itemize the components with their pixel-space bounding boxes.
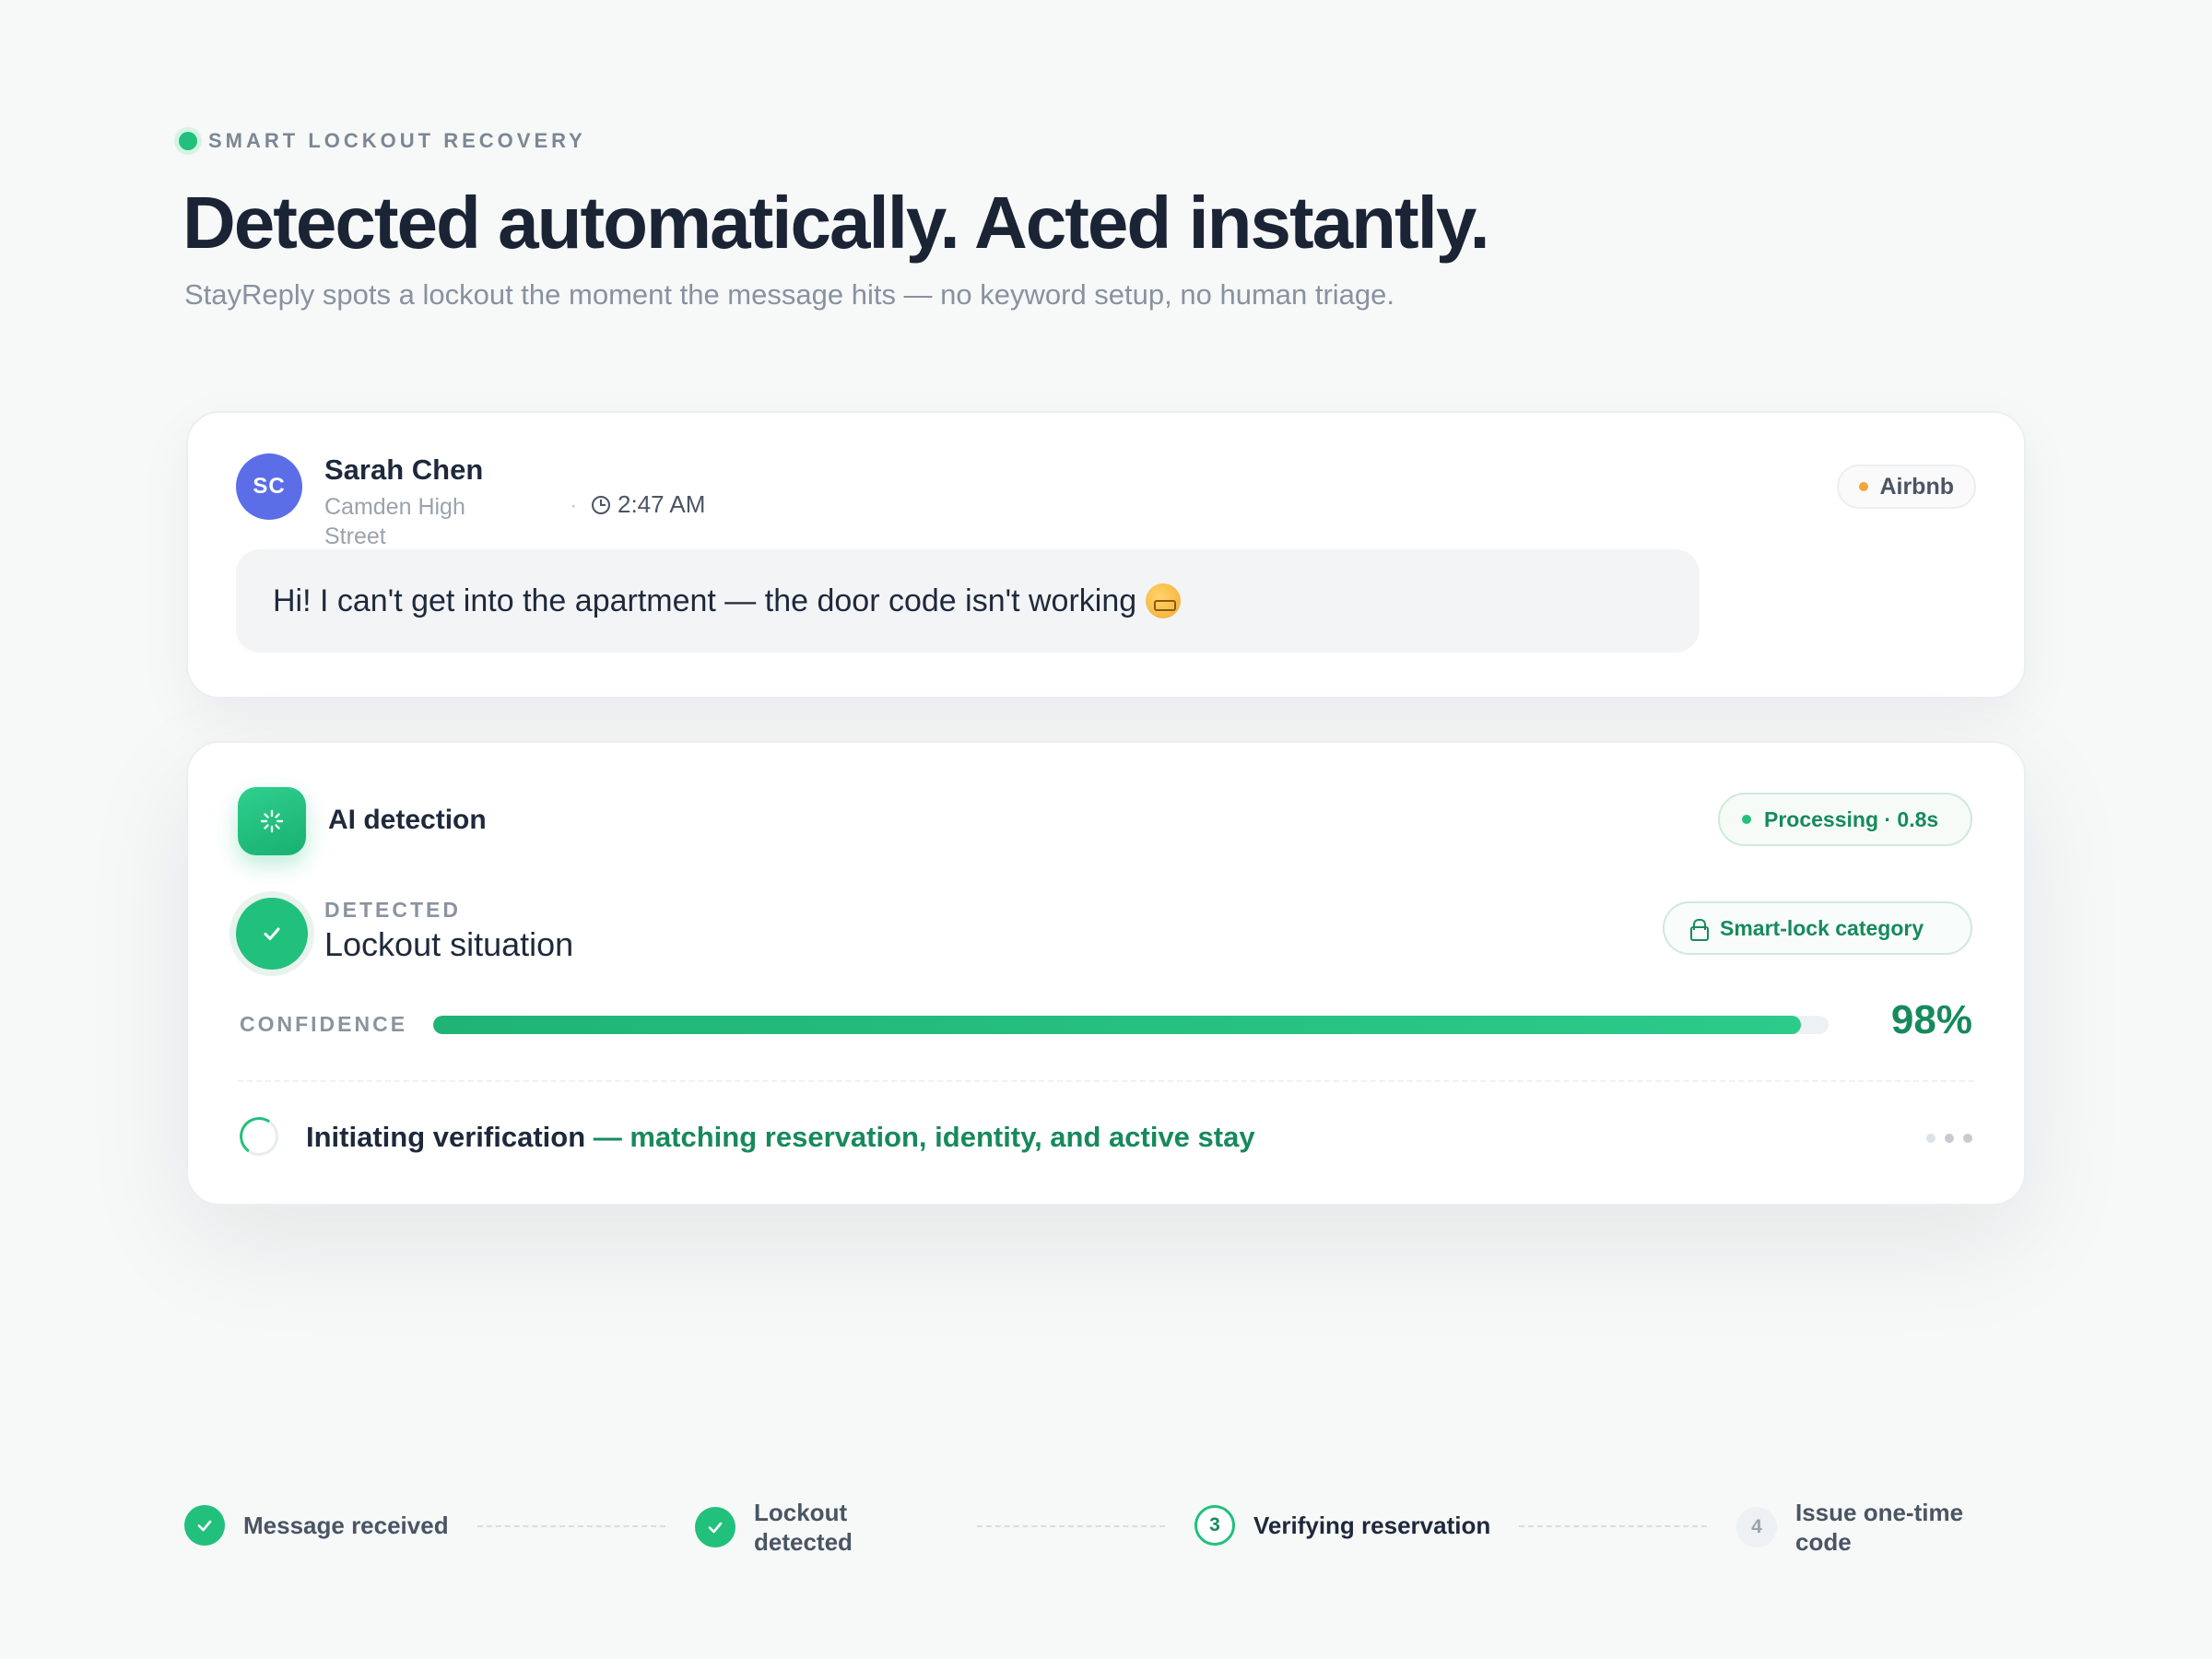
eyebrow-label: SMART LOCKOUT RECOVERY: [208, 129, 586, 152]
step-connector: [477, 1525, 665, 1527]
step-message-received: Message received: [184, 1505, 449, 1546]
page: SMART LOCKOUT RECOVERY Detected automati…: [0, 0, 2212, 1659]
confidence-value: 98%: [1890, 997, 1972, 1042]
check-mark-svg: [264, 927, 280, 940]
message-timestamp: 2:47 AM: [592, 490, 705, 519]
status-dot-icon: [179, 132, 197, 150]
step-label: Lockout detected: [754, 1499, 853, 1556]
message-text: Hi! I can't get into the apartment — the…: [273, 582, 1137, 618]
category-label: Smart-lock category: [1720, 916, 1924, 940]
step-verifying-reservation: 3 Verifying reservation: [1194, 1505, 1490, 1546]
step-label: Message received: [243, 1512, 449, 1539]
verification-main: Initiating verification: [306, 1121, 586, 1153]
step-check-icon: [184, 1505, 225, 1546]
confidence-bar: [433, 1016, 1829, 1034]
sparkle-icon: [238, 787, 306, 855]
processing-dot-icon: [1742, 815, 1751, 824]
step-connector: [977, 1525, 1165, 1527]
sender-location: Camden High Street: [324, 494, 465, 549]
processing-status-badge: Processing · 0.8s: [1718, 793, 1972, 846]
typing-dot: [1926, 1134, 1936, 1143]
guest-message-card[interactable]: SC Sarah Chen Camden High Street · 2:47 …: [186, 411, 2026, 699]
check-circle-icon: [236, 898, 308, 970]
confidence-bar-fill: [433, 1016, 1801, 1034]
step-number: 4: [1736, 1507, 1777, 1547]
step-check-icon: [695, 1507, 735, 1547]
verification-detail: — matching reservation, identity, and ac…: [585, 1121, 1255, 1153]
meta-separator: ·: [570, 492, 578, 518]
page-subtitle: StayReply spots a lockout the moment the…: [184, 278, 1395, 311]
step-number: 3: [1194, 1505, 1235, 1546]
divider: [238, 1080, 1974, 1082]
grimacing-emoji-icon: [1146, 583, 1182, 618]
clock-icon: [592, 495, 610, 514]
detected-label: DETECTED: [324, 898, 461, 922]
step-lockout-detected: Lockout detected: [695, 1498, 883, 1557]
sender-name: Sarah Chen: [324, 453, 484, 486]
ai-detection-card: AI detection Processing · 0.8s DETECTED …: [186, 741, 2026, 1206]
channel-dot-icon: [1859, 482, 1869, 491]
message-bubble: Hi! I can't get into the apartment — the…: [236, 549, 1700, 653]
confidence-label: CONFIDENCE: [240, 1012, 408, 1036]
typing-dot: [1945, 1134, 1954, 1143]
avatar: SC: [236, 453, 302, 520]
channel-label: Airbnb: [1879, 473, 1954, 500]
step-connector: [1519, 1525, 1707, 1527]
eyebrow: SMART LOCKOUT RECOVERY: [179, 129, 586, 153]
verification-status: Initiating verification — matching reser…: [306, 1121, 1255, 1154]
detected-value: Lockout situation: [324, 925, 574, 963]
step-issue-code: 4 Issue one-time code: [1736, 1498, 1989, 1557]
sparkle-icon-svg: [260, 809, 284, 833]
typing-dots-icon: [1926, 1134, 1972, 1143]
page-title: Detected automatically. Acted instantly.: [182, 182, 1490, 264]
ai-detection-title: AI detection: [328, 805, 487, 835]
message-time: 2:47 AM: [618, 490, 706, 518]
step-check-svg: [197, 1520, 212, 1532]
channel-badge: Airbnb: [1837, 465, 1976, 509]
step-label: Verifying reservation: [1253, 1512, 1491, 1539]
step-check-svg: [708, 1522, 723, 1534]
lock-icon: [1690, 919, 1709, 941]
step-label: Issue one-time code: [1795, 1499, 1964, 1556]
typing-dot: [1963, 1134, 1972, 1143]
category-badge: Smart-lock category: [1663, 901, 1972, 955]
spinner-icon: [236, 1113, 282, 1159]
processing-status: Processing · 0.8s: [1764, 807, 1939, 831]
